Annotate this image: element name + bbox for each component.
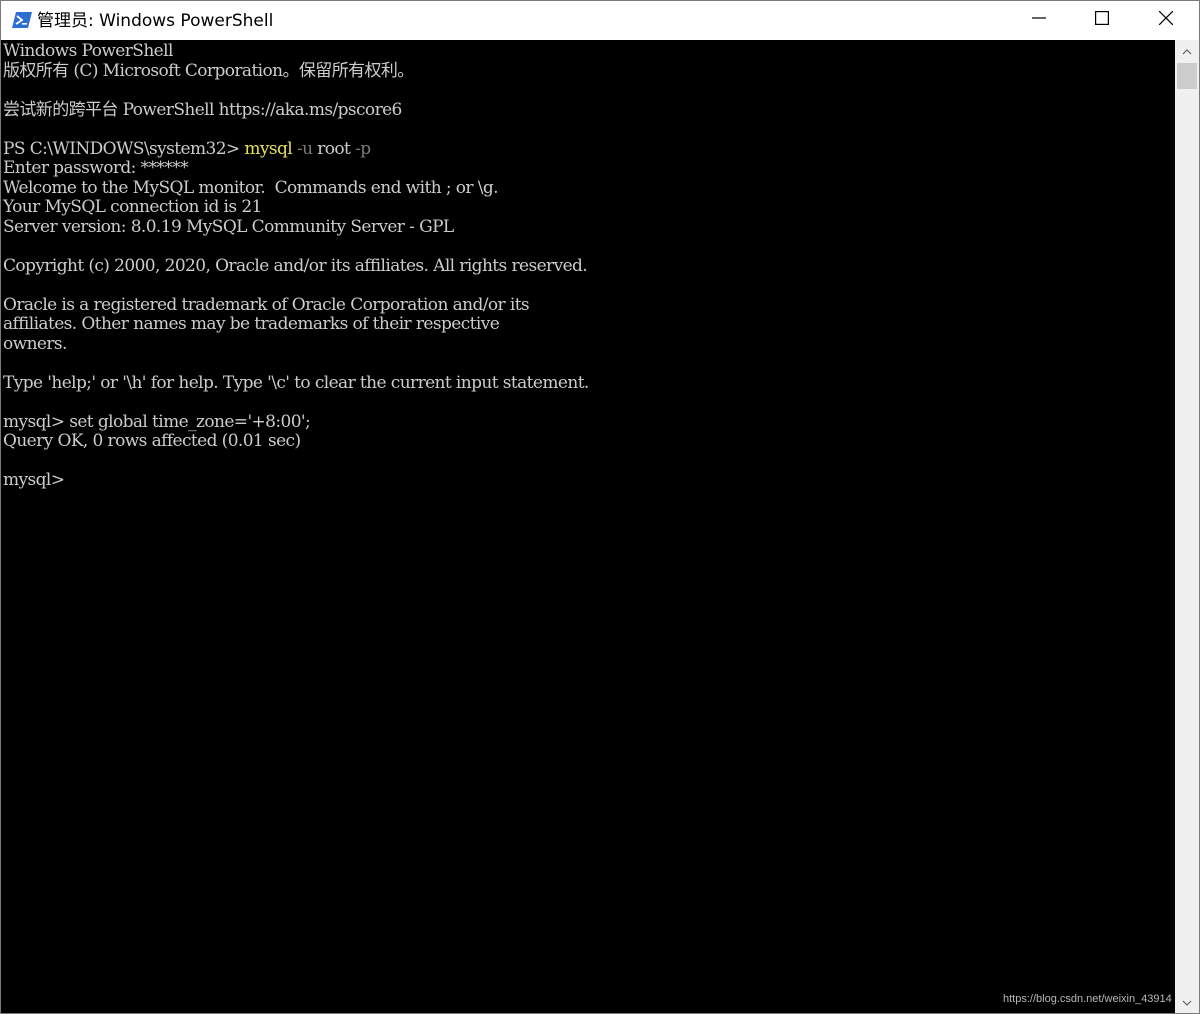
console-prompt: PS C:\WINDOWS\system32> xyxy=(3,138,245,159)
minimize-button[interactable] xyxy=(1007,1,1071,40)
console-output[interactable]: Windows PowerShell 版权所有 (C) Microsoft Cor… xyxy=(1,40,1175,1013)
console-line: Query OK, 0 rows affected (0.01 sec) xyxy=(3,431,301,451)
vertical-scrollbar[interactable] xyxy=(1175,40,1199,1013)
powershell-icon xyxy=(12,11,32,29)
console-line: Type 'help;' or '\h' for help. Type '\c'… xyxy=(3,372,589,393)
command-argument: root xyxy=(312,138,351,159)
console-line: Server version: 8.0.19 MySQL Community S… xyxy=(3,216,454,237)
close-button[interactable] xyxy=(1134,1,1198,40)
console-line: Welcome to the MySQL monitor. Commands e… xyxy=(3,177,499,198)
console-command: mysql xyxy=(244,138,293,159)
minimize-icon xyxy=(1032,11,1046,30)
scroll-up-button[interactable] xyxy=(1175,40,1199,62)
watermark-text: https://blog.csdn.net/weixin_43914 xyxy=(1003,993,1172,1005)
command-flag: -p xyxy=(350,138,371,159)
console-line: 版权所有 (C) Microsoft Corporation。保留所有权利。 xyxy=(3,60,414,81)
console-lines: Windows PowerShell 版权所有 (C) Microsoft Cor… xyxy=(3,41,589,491)
console-line: Enter password: ****** xyxy=(3,158,189,178)
window-title: 管理员: Windows PowerShell xyxy=(37,11,274,31)
chevron-up-icon xyxy=(1182,42,1192,60)
scroll-down-button[interactable] xyxy=(1175,991,1199,1013)
maximize-button[interactable] xyxy=(1070,1,1134,40)
console-line: Oracle is a registered trademark of Orac… xyxy=(3,294,530,315)
maximize-icon xyxy=(1095,11,1110,30)
console-line: affiliates. Other names may be trademark… xyxy=(3,314,500,334)
console-line: Windows PowerShell xyxy=(3,41,173,61)
powershell-window: 管理员: Windows PowerShell Windows PowerShe… xyxy=(0,0,1200,1014)
title-bar[interactable]: 管理员: Windows PowerShell xyxy=(1,1,1199,40)
console-line: mysql> set global time_zone='+8:00'; xyxy=(3,411,311,432)
chevron-down-icon xyxy=(1182,993,1192,1011)
console-line: PS C:\WINDOWS\system32> mysql -u root -p xyxy=(3,138,589,160)
console-line: mysql> xyxy=(3,470,70,490)
scroll-thumb[interactable] xyxy=(1177,63,1197,89)
console-line: owners. xyxy=(3,333,67,354)
command-flag: -u xyxy=(292,138,313,159)
console-line: 尝试新的跨平台 PowerShell https://aka.ms/pscore… xyxy=(3,99,402,120)
console-line: Copyright (c) 2000, 2020, Oracle and/or … xyxy=(3,255,588,276)
close-icon xyxy=(1158,10,1174,30)
console-line: Your MySQL connection id is 21 xyxy=(3,197,262,217)
